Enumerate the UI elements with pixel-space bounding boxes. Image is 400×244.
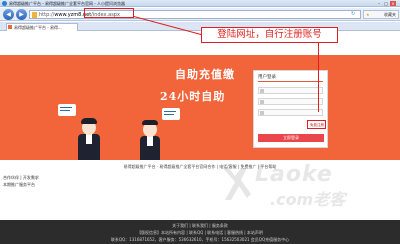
lock-icon [260, 100, 264, 104]
register-link[interactable]: 免费注册 [310, 123, 324, 128]
page-icon [32, 12, 37, 18]
bookmarks-label: 收藏夹 [384, 12, 396, 17]
tab-active[interactable]: 易得超级推广平台 - 易得... [6, 23, 78, 31]
footer-line-1: 关于我们 | 联系我们 | 服务条款 [172, 223, 228, 228]
username-input[interactable] [258, 87, 323, 94]
tab-title: 易得超级推广平台 - 易得... [14, 25, 62, 30]
close-button[interactable]: × [390, 1, 396, 6]
back-button[interactable]: ◀ [3, 9, 14, 20]
minimize-button[interactable]: – [376, 1, 382, 6]
login-header-underline [258, 81, 323, 82]
speech-bubble-right [162, 108, 180, 120]
annotation-callout: 登陆网址，自行注册账号 [201, 27, 338, 43]
bubble-line [60, 107, 72, 108]
url-highlight-box [84, 8, 134, 18]
annotation-vertical-line [318, 42, 319, 112]
key-icon [260, 111, 264, 115]
address-bar[interactable]: http://www.yzm8.net/index.aspx [29, 10, 361, 19]
watermark-logo-icon [223, 168, 251, 200]
footer-line-2: 【版权信息】本站所有内容 | 联系QQ | 联系电话 | 客服热线 | 本站声明 [137, 230, 263, 235]
login-button[interactable]: 立即登录 [258, 134, 324, 142]
person-shirt [147, 136, 153, 146]
page-footer: 关于我们 | 联系我们 | 服务条款 【版权信息】本站所有内容 | 联系QQ |… [0, 220, 400, 244]
favicon-icon [8, 25, 12, 29]
navigation-bar: ◀ ▶ http://www.yzm8.net/index.aspx ↻ ★ 收… [0, 8, 400, 21]
bubble-line [164, 111, 176, 112]
footer-links[interactable]: 易得超级推广平台 · 易得超级推广全套平台官网合作 | 电话/客服 | 免费推广… [0, 164, 400, 170]
browser-title-bar: 易得超级推广平台 - 易得超级推广全套平台官网 - 人小提问浏览器 – □ × [0, 0, 400, 7]
forward-button[interactable]: ▶ [16, 9, 27, 20]
password-input[interactable] [258, 98, 323, 105]
bookmarks-button[interactable]: ★ 收藏夹 [363, 10, 399, 19]
window-title: 易得超级推广平台 - 易得超级推广全套平台官网 - 人小提问浏览器 [9, 1, 125, 6]
hero-headline-1: 自助充值缴 [175, 68, 235, 81]
url-prefix: http:// [39, 12, 55, 18]
person-hair [142, 120, 158, 125]
footer-line-3: 联系QQ：1316871652，客户服务：536632610，手机号：15632… [110, 237, 290, 242]
watermark-domain: .com老客 [270, 190, 346, 209]
hero-headline-2: 24小时自助 [160, 90, 226, 103]
speech-bubble-left [58, 104, 76, 116]
person-hair [81, 118, 97, 124]
browser-logo-icon [2, 1, 7, 6]
person-shirt [86, 134, 92, 144]
tab-bar: 易得超级推广平台 - 易得... [0, 22, 400, 31]
side-note-1: 合作伙伴 | 开发需求 [3, 175, 39, 180]
login-header: 用户登录 [258, 75, 276, 80]
bubble-line [60, 110, 70, 111]
bubble-line [164, 114, 174, 115]
side-note-2: 本期推广服务平台 [3, 182, 35, 187]
user-icon [260, 89, 264, 93]
refresh-icon[interactable]: ↻ [351, 11, 357, 17]
star-icon: ★ [366, 12, 370, 17]
login-panel: 用户登录 免费注册 立即登录 [253, 70, 328, 148]
captcha-input[interactable] [258, 109, 323, 116]
maximize-button[interactable]: □ [383, 1, 389, 6]
